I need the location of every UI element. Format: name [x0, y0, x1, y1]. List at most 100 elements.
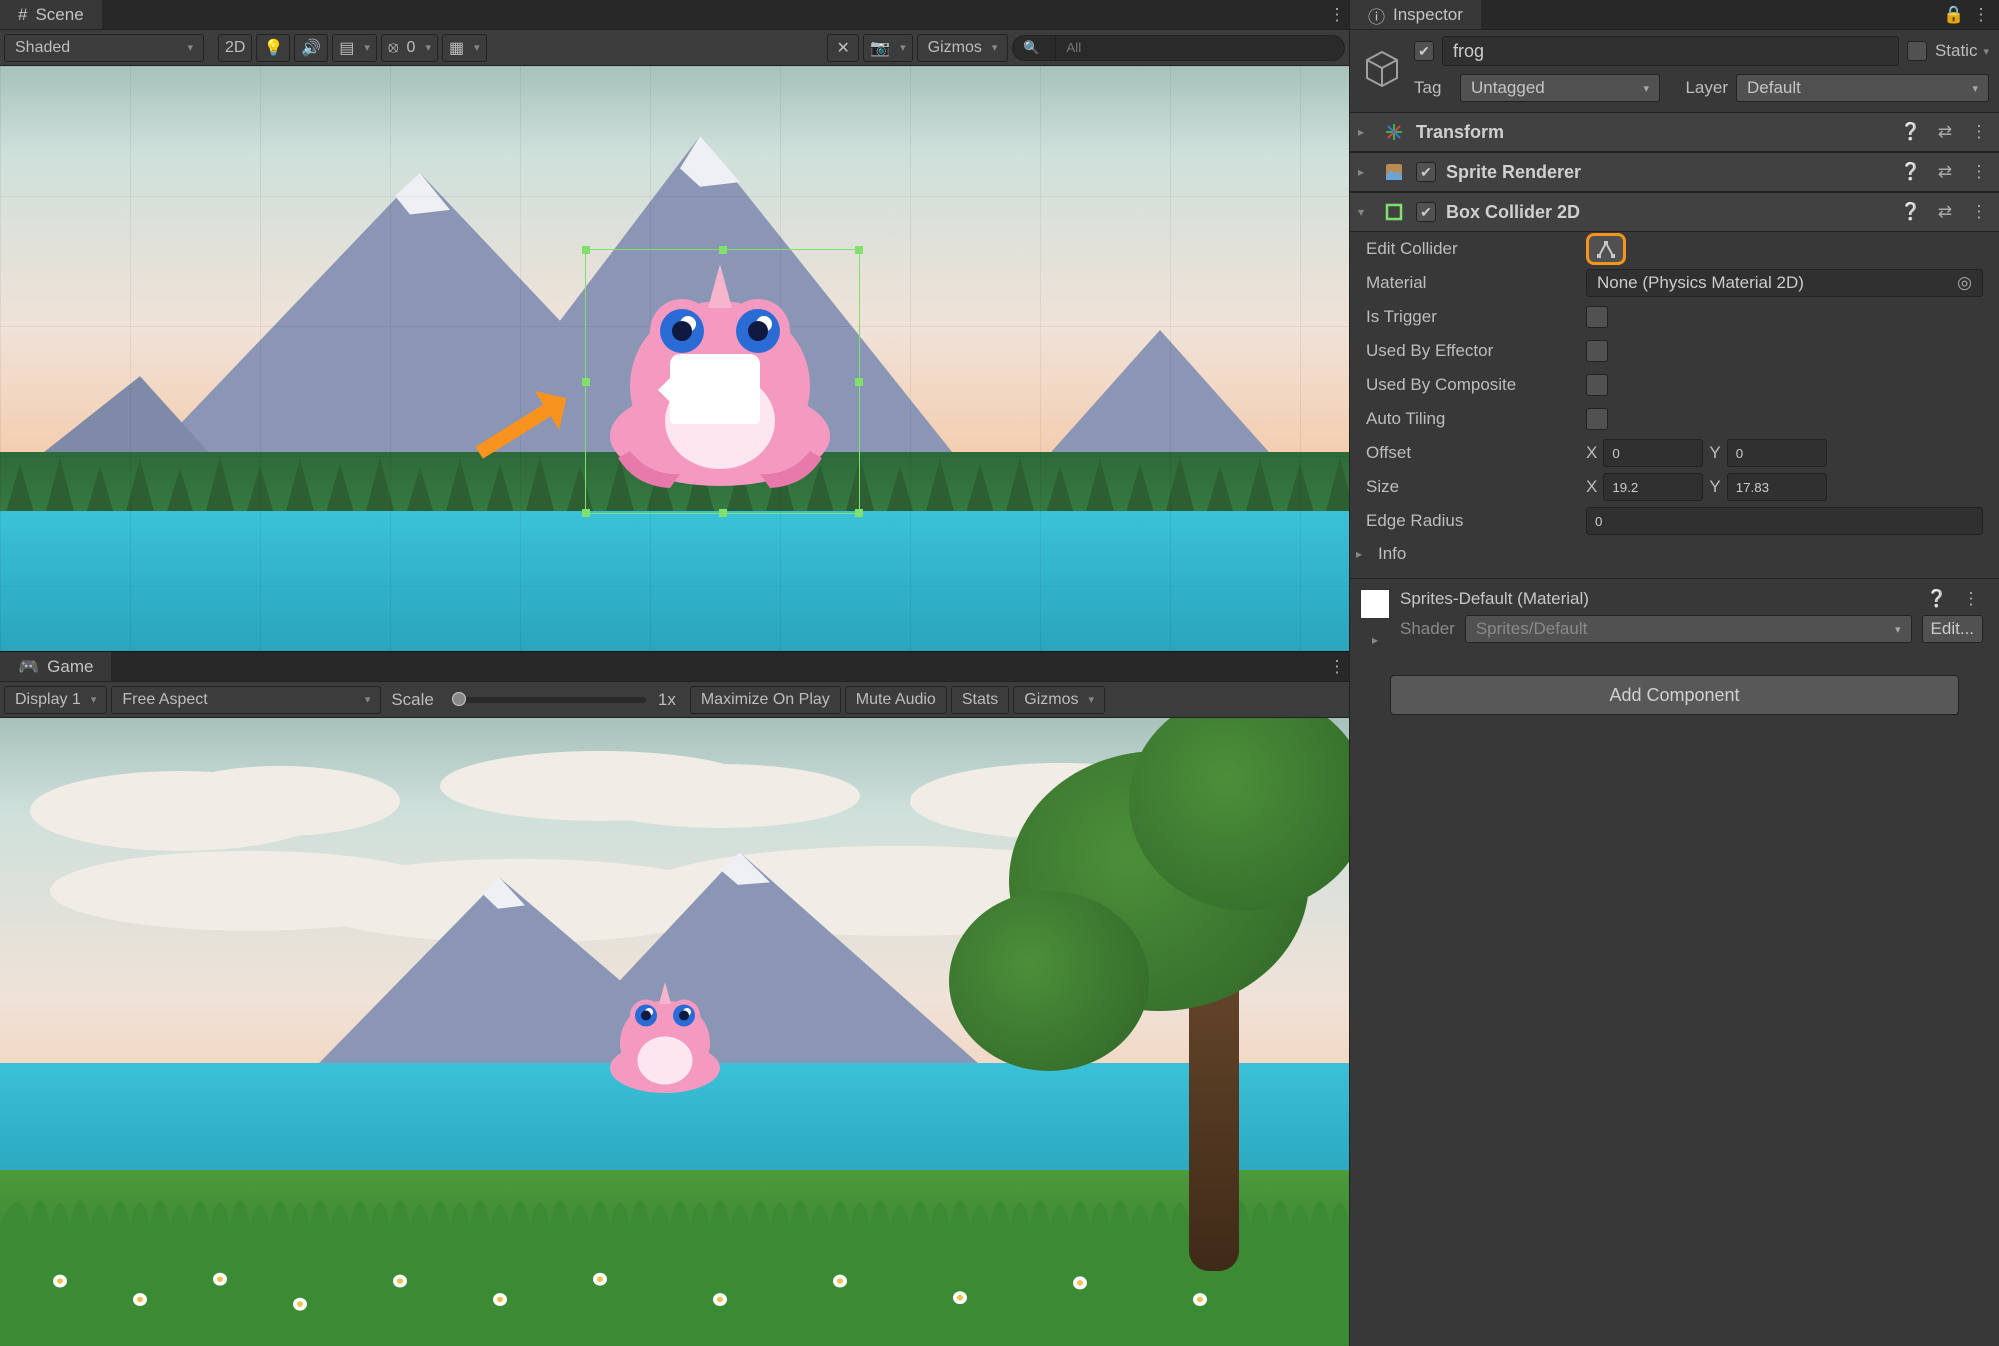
size-y-axis-label: Y — [1709, 477, 1720, 497]
preset-icon[interactable]: ⇄ — [1933, 162, 1957, 182]
box-collider-title: Box Collider 2D — [1446, 202, 1889, 223]
edit-collider-icon — [1595, 239, 1617, 259]
scene-search-icon[interactable] — [1012, 35, 1056, 61]
shader-value: Sprites/Default — [1476, 619, 1588, 639]
tab-scene[interactable]: # Scene — [0, 0, 102, 29]
game-viewport[interactable] — [0, 718, 1349, 1346]
game-gizmos-dropdown[interactable]: Gizmos — [1013, 686, 1105, 714]
offset-x-input[interactable] — [1603, 439, 1703, 467]
scene-grid-toggle-icon[interactable]: ▦ — [442, 34, 487, 62]
tab-game[interactable]: 🎮 Game — [0, 652, 111, 681]
tab-inspector[interactable]: ⓘ Inspector — [1350, 0, 1481, 29]
static-dropdown[interactable]: Static ▾ — [1935, 41, 1989, 61]
sprite-renderer-enabled-checkbox[interactable] — [1416, 162, 1436, 182]
scale-value: 1x — [658, 690, 686, 710]
stats-button[interactable]: Stats — [951, 686, 1009, 714]
scene-tools-icon[interactable]: ✕ — [827, 34, 859, 62]
game-tab-menu-icon[interactable]: ⋮ — [1325, 652, 1349, 681]
lock-icon[interactable]: 🔒 — [1943, 5, 1965, 25]
scene-viewport[interactable] — [0, 66, 1349, 651]
inspector-tab-menu-icon[interactable]: ⋮ — [1969, 5, 1993, 25]
fold-icon[interactable]: ▸ — [1372, 633, 1378, 647]
tab-inspector-label: Inspector — [1393, 5, 1463, 25]
is-trigger-label: Is Trigger — [1366, 307, 1576, 327]
display-label: Display 1 — [15, 691, 81, 709]
scene-lighting-icon[interactable]: 💡 — [256, 34, 290, 62]
preset-icon[interactable]: ⇄ — [1933, 202, 1957, 222]
size-label: Size — [1366, 477, 1576, 497]
scene-tab-menu-icon[interactable]: ⋮ — [1325, 0, 1349, 29]
component-menu-icon[interactable]: ⋮ — [1967, 122, 1991, 142]
shader-label: Shader — [1400, 619, 1455, 639]
material-preview-swatch[interactable] — [1360, 589, 1390, 619]
transform-icon — [1382, 120, 1406, 144]
shader-edit-button[interactable]: Edit... — [1922, 615, 1983, 643]
edge-radius-input[interactable] — [1586, 507, 1983, 535]
layer-value: Default — [1747, 78, 1801, 98]
edit-collider-button[interactable] — [1586, 233, 1626, 265]
maximize-on-play-button[interactable]: Maximize On Play — [690, 686, 841, 714]
gizmos-dropdown[interactable]: Gizmos — [917, 34, 1009, 62]
used-by-effector-checkbox[interactable] — [1586, 340, 1608, 362]
component-menu-icon[interactable]: ⋮ — [1967, 162, 1991, 182]
aspect-label: Free Aspect — [122, 691, 207, 709]
gameobject-name-input[interactable] — [1442, 36, 1899, 66]
edit-collider-label: Edit Collider — [1366, 239, 1576, 259]
help-icon[interactable]: ❔ — [1899, 122, 1923, 142]
scene-fx-icon[interactable]: ▤ — [332, 34, 377, 62]
game-background — [0, 718, 1349, 1346]
mode-2d-toggle[interactable]: 2D — [218, 34, 252, 62]
size-y-input[interactable] — [1727, 473, 1827, 501]
info-label: Info — [1378, 544, 1406, 564]
box-collider-enabled-checkbox[interactable] — [1416, 202, 1436, 222]
shader-edit-label: Edit... — [1931, 619, 1974, 639]
selection-box[interactable] — [585, 249, 860, 514]
used-by-composite-checkbox[interactable] — [1586, 374, 1608, 396]
component-box-collider-2d-header[interactable]: ▾ Box Collider 2D ❔ ⇄ ⋮ — [1350, 192, 1999, 232]
layer-label: Layer — [1668, 78, 1728, 98]
tag-value: Untagged — [1471, 78, 1545, 98]
scene-visibility-icon[interactable]: ⦻0 — [381, 34, 438, 62]
info-foldout[interactable]: ▸ Info — [1350, 538, 1999, 570]
scene-audio-icon[interactable]: 🔊 — [294, 34, 328, 62]
box-collider-2d-icon — [1382, 200, 1406, 224]
preset-icon[interactable]: ⇄ — [1933, 122, 1957, 142]
tab-scene-label: Scene — [35, 5, 83, 25]
component-sprite-renderer-header[interactable]: ▸ Sprite Renderer ❔ ⇄ ⋮ — [1350, 152, 1999, 192]
layer-dropdown[interactable]: Default — [1736, 74, 1989, 102]
gameobject-icon[interactable] — [1360, 47, 1404, 91]
offset-y-input[interactable] — [1727, 439, 1827, 467]
material-label: Material — [1366, 273, 1576, 293]
mute-audio-button[interactable]: Mute Audio — [845, 686, 947, 714]
scene-toolbar: Shaded 2D 💡 🔊 ▤ ⦻0 ▦ ✕ 📷 Gizmos — [0, 30, 1349, 66]
component-transform-header[interactable]: ▸ Transform ❔ ⇄ ⋮ — [1350, 112, 1999, 152]
add-component-button[interactable]: Add Component — [1390, 675, 1959, 715]
info-icon: ⓘ — [1368, 3, 1385, 28]
scene-search-input[interactable] — [1056, 35, 1345, 61]
help-icon[interactable]: ❔ — [1925, 589, 1949, 609]
help-icon[interactable]: ❔ — [1899, 202, 1923, 222]
offset-label: Offset — [1366, 443, 1576, 463]
help-icon[interactable]: ❔ — [1899, 162, 1923, 182]
size-x-input[interactable] — [1603, 473, 1703, 501]
aspect-dropdown[interactable]: Free Aspect — [111, 686, 381, 714]
display-dropdown[interactable]: Display 1 — [4, 686, 107, 714]
scene-camera-icon[interactable]: 📷 — [863, 34, 912, 62]
is-trigger-checkbox[interactable] — [1586, 306, 1608, 328]
used-by-effector-label: Used By Effector — [1366, 341, 1576, 361]
tag-dropdown[interactable]: Untagged — [1460, 74, 1660, 102]
scale-slider[interactable] — [452, 697, 646, 703]
material-field[interactable]: None (Physics Material 2D) — [1586, 269, 1983, 297]
gameobject-active-checkbox[interactable] — [1414, 41, 1434, 61]
shader-dropdown[interactable]: Sprites/Default — [1465, 615, 1912, 643]
fold-icon: ▸ — [1356, 547, 1370, 561]
component-menu-icon[interactable]: ⋮ — [1967, 202, 1991, 222]
auto-tiling-checkbox[interactable] — [1586, 408, 1608, 430]
add-component-label: Add Component — [1609, 685, 1739, 706]
maximize-label: Maximize On Play — [701, 691, 830, 709]
fold-icon: ▸ — [1358, 125, 1372, 139]
component-menu-icon[interactable]: ⋮ — [1959, 589, 1983, 609]
material-value: None (Physics Material 2D) — [1597, 273, 1804, 293]
static-checkbox[interactable] — [1907, 41, 1927, 61]
shading-mode-dropdown[interactable]: Shaded — [4, 34, 204, 62]
